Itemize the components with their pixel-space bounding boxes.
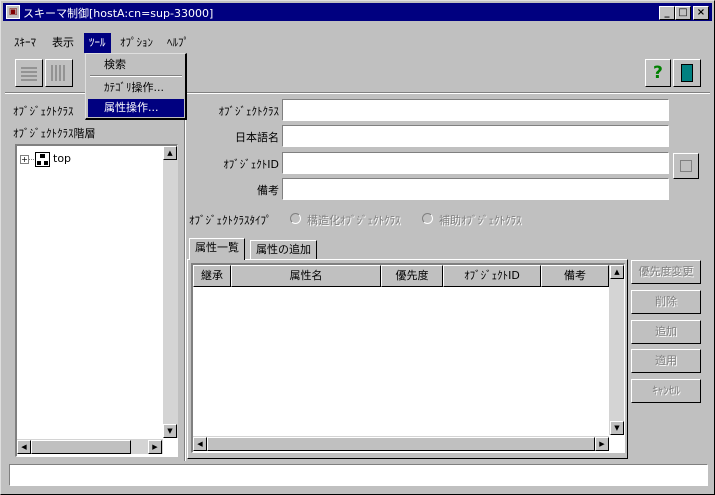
delete-grid-icon (51, 65, 67, 81)
menu-view[interactable]: 表示 (47, 33, 79, 53)
menu-bar: ｽｷｰﾏ 表示 ﾂｰﾙ ｵﾌﾟｼｮﾝ ﾍﾙﾌﾟ (3, 33, 712, 53)
japanese-name-label: 日本語名 (235, 131, 279, 144)
status-bar (9, 464, 708, 486)
toolbar-delete-button[interactable] (45, 59, 73, 87)
menu-item-search[interactable]: 検索 (88, 56, 184, 74)
column-header-object-id[interactable]: ｵﾌﾞｼﾞｪｸﾄID (443, 265, 541, 287)
tree-node-top[interactable]: top (53, 152, 71, 165)
object-class-field-label: ｵﾌﾞｼﾞｪｸﾄｸﾗｽ (218, 105, 280, 118)
table-vertical-scrollbar[interactable] (609, 265, 624, 435)
exit-icon (681, 64, 693, 82)
table-scroll-thumb[interactable] (207, 437, 595, 451)
object-id-browse-button[interactable] (673, 153, 699, 179)
remarks-input[interactable] (282, 178, 669, 200)
tree-expand-icon[interactable]: + (20, 155, 29, 164)
close-button[interactable]: × (693, 6, 709, 20)
toolbar-exit-button[interactable] (673, 59, 701, 87)
class-tree[interactable]: + top ▲ ▼ ◀ ▶ (15, 144, 178, 457)
help-icon: ? (653, 63, 663, 83)
menu-options[interactable]: ｵﾌﾟｼｮﾝ (115, 33, 158, 53)
tree-scroll-up-button[interactable]: ▲ (163, 146, 177, 160)
attribute-table[interactable]: 継承 属性名 優先度 ｵﾌﾞｼﾞｪｸﾄID 備考 ▲ ▼ ◀ ▶ (191, 263, 625, 453)
object-id-label: ｵﾌﾞｼﾞｪｸﾄID (223, 158, 279, 171)
menu-item-attribute[interactable]: 属性操作... (88, 99, 184, 117)
hierarchy-label: ｵﾌﾞｼﾞｪｸﾄｸﾗｽ階層 (13, 127, 96, 140)
menu-separator (90, 75, 182, 77)
apply-button[interactable]: 適用 (631, 349, 701, 373)
title-bar[interactable]: ▣ スキーマ制御[hostA:cn=sup-33000] _ □ × (3, 3, 712, 21)
app-icon: ▣ (6, 5, 20, 19)
tree-line (29, 159, 34, 160)
tree-scroll-thumb[interactable] (31, 440, 131, 454)
splitter[interactable] (184, 97, 186, 461)
menu-schema[interactable]: ｽｷｰﾏ (9, 33, 41, 53)
menu-help[interactable]: ﾍﾙﾌﾟ (162, 33, 194, 53)
object-class-input[interactable] (282, 99, 669, 121)
toolbar-help-button[interactable]: ? (645, 59, 671, 87)
hierarchy-icon (35, 152, 50, 167)
menu-tools[interactable]: ﾂｰﾙ (84, 33, 111, 53)
column-header-remarks[interactable]: 備考 (541, 265, 609, 287)
column-header-inherit[interactable]: 継承 (193, 265, 231, 287)
tab-add-attribute[interactable]: 属性の追加 (250, 240, 317, 260)
toolbar-grid-button[interactable] (15, 59, 43, 87)
menu-item-category[interactable]: ｶﾃｺﾞﾘ操作... (88, 79, 184, 97)
auxiliary-class-radio-label: 補助ｵﾌﾞｼﾞｪｸﾄｸﾗｽ (439, 214, 522, 227)
maximize-button[interactable]: □ (675, 6, 691, 20)
add-button[interactable]: 追加 (631, 320, 701, 344)
hierarchy-small-icon (680, 160, 692, 172)
table-scroll-left-button[interactable]: ◀ (193, 437, 207, 451)
cancel-button[interactable]: ｷｬﾝｾﾙ (631, 379, 701, 403)
auxiliary-class-radio[interactable] (422, 213, 433, 224)
tree-scroll-right-button[interactable]: ▶ (148, 440, 162, 454)
structural-class-radio-label: 構造化ｵﾌﾞｼﾞｪｸﾄｸﾗｽ (307, 214, 401, 227)
column-header-attribute-name[interactable]: 属性名 (231, 265, 381, 287)
object-class-type-label: ｵﾌﾞｼﾞｪｸﾄｸﾗｽﾀｲﾌﾟ (189, 214, 272, 227)
object-id-input[interactable] (282, 152, 669, 174)
delete-button[interactable]: 削除 (631, 290, 701, 314)
grid-icon (21, 65, 37, 81)
remarks-label: 備考 (257, 184, 279, 197)
tree-vertical-scrollbar[interactable] (163, 146, 178, 438)
table-scroll-up-button[interactable]: ▲ (610, 265, 624, 279)
japanese-name-input[interactable] (282, 125, 669, 147)
tree-scroll-left-button[interactable]: ◀ (17, 440, 31, 454)
window-title: スキーマ制御[hostA:cn=sup-33000] (23, 7, 214, 20)
application-window: ▣ スキーマ制御[hostA:cn=sup-33000] _ □ × ｽｷｰﾏ … (0, 0, 715, 495)
tools-menu-dropdown: 検索 ｶﾃｺﾞﾘ操作... 属性操作... (85, 53, 187, 120)
table-scroll-down-button[interactable]: ▼ (610, 421, 624, 435)
tree-scroll-down-button[interactable]: ▼ (163, 424, 177, 438)
tab-attribute-list[interactable]: 属性一覧 (189, 238, 245, 260)
column-header-priority[interactable]: 優先度 (381, 265, 443, 287)
minimize-button[interactable]: _ (659, 6, 675, 20)
object-class-label: ｵﾌﾞｼﾞｪｸﾄｸﾗｽ (13, 105, 74, 118)
structural-class-radio[interactable] (290, 213, 301, 224)
table-scroll-right-button[interactable]: ▶ (595, 437, 609, 451)
change-priority-button[interactable]: 優先度変更 (631, 260, 701, 284)
